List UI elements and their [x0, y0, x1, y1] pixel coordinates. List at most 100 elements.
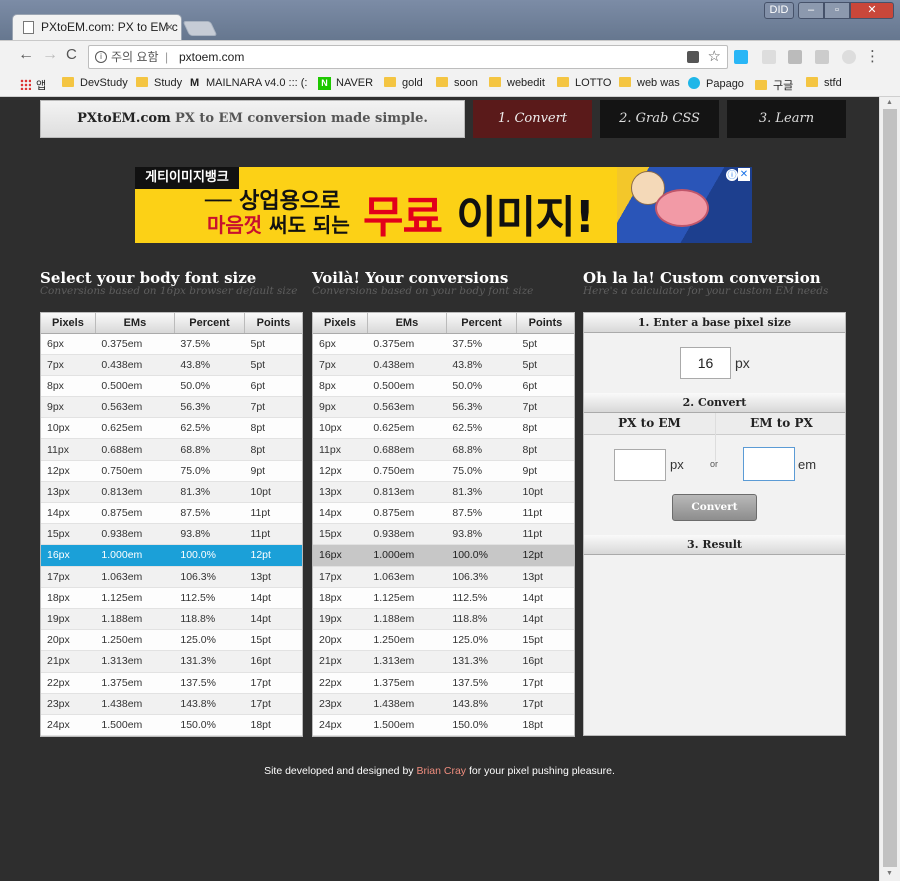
cell-pixels: 13px: [41, 481, 96, 504]
bookmark-mailnara[interactable]: M MAILNARA v4.0 ::: (:: [190, 77, 307, 89]
table-row[interactable]: 14px 0.875em 87.5% 11pt: [41, 502, 302, 525]
extension-info-icon[interactable]: [788, 50, 802, 64]
bookmark-stfd[interactable]: stfd: [806, 77, 842, 89]
reload-icon[interactable]: C: [66, 46, 77, 63]
table-row[interactable]: 6px 0.375em 37.5% 5pt: [41, 333, 302, 355]
convert-button[interactable]: Convert: [672, 494, 757, 521]
bookmark-apps[interactable]: 앱: [20, 77, 46, 93]
body-font-size-table: Pixels EMs Percent Points 6px 0.375em 37.5% 5pt…: [40, 312, 303, 738]
table-row[interactable]: 24px 1.500em 150.0% 18pt: [41, 714, 302, 737]
page-content: PXtoEM.com PX to EM conversion made simp…: [0, 97, 879, 881]
table-row[interactable]: 23px 1.438em 143.8% 17pt: [41, 693, 302, 715]
cell-pixels: 8px: [41, 375, 96, 398]
table-row[interactable]: 10px 0.625em 62.5% 8pt: [41, 417, 302, 440]
ad-big-text: 무료 이미지!: [363, 181, 595, 243]
conversions-table: Pixels EMs Percent Points 6px 0.375em 37.5% 5pt…: [312, 312, 575, 738]
bookmark-gold[interactable]: gold: [384, 77, 423, 89]
address-bar[interactable]: i 주의 요함 | pxtoem.com ☆: [88, 45, 728, 69]
bookmark-webedit[interactable]: webedit: [489, 77, 545, 89]
scroll-up-icon[interactable]: ▲: [886, 99, 893, 106]
px-input[interactable]: [614, 449, 666, 481]
cell-percent: 50.0%: [446, 375, 517, 398]
table-row[interactable]: 20px 1.250em 125.0% 15pt: [41, 629, 302, 652]
cell-pixels: 14px: [313, 502, 368, 525]
extension-cast-icon[interactable]: [762, 50, 776, 64]
back-icon[interactable]: ←: [18, 46, 34, 64]
profile-button[interactable]: DID: [764, 2, 794, 19]
cell-ems: 0.938em: [367, 523, 447, 546]
table-row[interactable]: 13px 0.813em 81.3% 10pt: [41, 481, 302, 504]
folder-icon: [384, 77, 396, 87]
cell-ems: 1.063em: [367, 566, 447, 588]
maximize-icon[interactable]: ▫: [824, 2, 850, 19]
cell-pixels: 24px: [41, 714, 96, 737]
cell-points: 6pt: [516, 375, 574, 398]
cell-percent: 68.8%: [446, 438, 517, 461]
scrollbar-thumb[interactable]: [883, 109, 897, 867]
nav-tab-convert[interactable]: 1. Convert: [473, 100, 592, 138]
em-unit-label: em: [798, 457, 817, 472]
security-label: 주의 요함: [111, 50, 159, 64]
bookmark-study[interactable]: Study: [136, 77, 182, 89]
extension-smiley-icon[interactable]: [842, 50, 856, 64]
bookmark-web-was[interactable]: web was: [619, 77, 680, 89]
bookmark-devstudy[interactable]: DevStudy: [62, 77, 128, 89]
tab-close-icon[interactable]: ×: [166, 20, 173, 34]
table-row[interactable]: 9px 0.563em 56.3% 7pt: [41, 396, 302, 419]
url-text[interactable]: pxtoem.com: [179, 46, 244, 68]
author-link[interactable]: Brian Cray: [416, 765, 466, 777]
table-row[interactable]: 15px 0.938em 93.8% 11pt: [41, 523, 302, 546]
table-row[interactable]: 8px 0.500em 50.0% 6pt: [41, 375, 302, 398]
cell-ems: 0.563em: [95, 396, 175, 419]
cell-ems: 0.875em: [95, 502, 175, 525]
forward-icon[interactable]: →: [42, 46, 58, 64]
bookmark-papago[interactable]: Papago: [688, 77, 744, 90]
bookmark-lotto[interactable]: LOTTO: [557, 77, 611, 89]
new-tab-button[interactable]: [182, 21, 218, 36]
bookmark-star-icon[interactable]: ☆: [708, 46, 721, 68]
table-row[interactable]: 12px 0.750em 75.0% 9pt: [41, 460, 302, 482]
bookmark-naver[interactable]: N NAVER: [318, 77, 373, 90]
extension-rss-icon[interactable]: [815, 50, 829, 64]
table-row[interactable]: 22px 1.375em 137.5% 17pt: [41, 672, 302, 694]
nav-tab-grab-css[interactable]: 2. Grab CSS: [600, 100, 719, 138]
cell-pixels: 15px: [313, 523, 368, 546]
table-row[interactable]: 11px 0.688em 68.8% 8pt: [41, 438, 302, 461]
cell-points: 13pt: [516, 566, 574, 588]
ad-close-icon[interactable]: ✕: [738, 168, 750, 181]
cell-percent: 87.5%: [174, 502, 245, 525]
cell-percent: 100.0%: [174, 544, 245, 567]
table-row[interactable]: 17px 1.063em 106.3% 13pt: [41, 566, 302, 588]
table-row[interactable]: 21px 1.313em 131.3% 16pt: [41, 650, 302, 673]
table-row[interactable]: 16px 1.000em 100.0% 12pt: [41, 544, 302, 567]
base-pixel-input[interactable]: 16: [680, 347, 731, 379]
bookmark-soon[interactable]: soon: [436, 77, 478, 89]
site-brand[interactable]: PXtoEM.com PX to EM conversion made simp…: [40, 100, 465, 138]
cell-points: 14pt: [516, 608, 574, 631]
browser-menu-icon[interactable]: ⋮: [865, 47, 880, 65]
px-unit-label: px: [670, 457, 684, 472]
cell-points: 11pt: [516, 523, 574, 546]
extension-cloud-icon[interactable]: [734, 50, 748, 64]
site-info-icon[interactable]: i: [95, 51, 107, 63]
folder-icon: [436, 77, 448, 87]
translate-icon[interactable]: [687, 51, 699, 63]
cell-points: 12pt: [244, 544, 302, 567]
table-row[interactable]: 18px 1.125em 112.5% 14pt: [41, 587, 302, 609]
table-row[interactable]: 7px 0.438em 43.8% 5pt: [41, 354, 302, 376]
bookmarks-bar: 앱 DevStudy Study M MAILNARA v4.0 ::: (: N…: [0, 72, 900, 97]
close-window-icon[interactable]: ✕: [850, 2, 894, 19]
cell-percent: 56.3%: [174, 396, 245, 419]
ad-info-icon[interactable]: ⓘ: [726, 169, 738, 181]
table-row[interactable]: 19px 1.188em 118.8% 14pt: [41, 608, 302, 631]
bookmark-google[interactable]: 구글: [755, 77, 793, 93]
cell-percent: 62.5%: [446, 417, 517, 440]
minimize-icon[interactable]: –: [798, 2, 824, 19]
nav-tab-learn[interactable]: 3. Learn: [727, 100, 846, 138]
ad-banner[interactable]: 게티이미지뱅크 ── 상업용으로 마음껏 써도 되는 무료 이미지! ⓘ ✕: [135, 167, 752, 243]
scroll-down-icon[interactable]: ▼: [886, 870, 893, 877]
page-scrollbar[interactable]: ▲ ▼: [879, 97, 900, 881]
table-row: 22px 1.375em 137.5% 17pt: [313, 672, 574, 694]
browser-tab[interactable]: PXtoEM.com: PX to EM c ×: [12, 14, 182, 40]
em-input[interactable]: [743, 447, 795, 481]
